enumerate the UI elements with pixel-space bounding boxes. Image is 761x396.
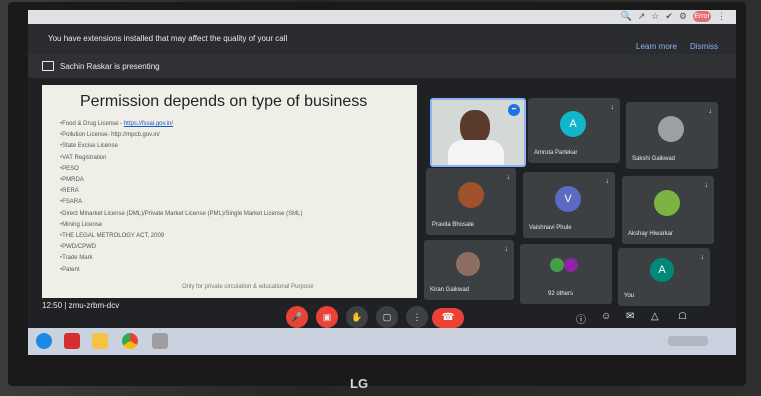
slide-bullet: PWD/CPWD bbox=[60, 242, 303, 253]
extensions-notice: You have extensions installed that may a… bbox=[28, 24, 736, 54]
participant-tile[interactable]: V ↓ Vaishnavi Phule bbox=[523, 172, 615, 238]
leave-call-button[interactable]: ☎ bbox=[432, 308, 464, 328]
slide-bullet: Pollution License- http://mpcb.gov.in/ bbox=[60, 130, 303, 141]
slide-bullet: THE LEGAL METROLOGY ACT, 2009 bbox=[60, 231, 303, 242]
screen: 🔍 ↗ ☆ ✔ ⚙ Error ⋮ You have extensions in… bbox=[28, 10, 736, 355]
mic-off-icon: ↓ bbox=[605, 178, 610, 185]
presenting-bar: Sachin Raskar is presenting Learn more D… bbox=[28, 42, 736, 78]
participant-name: Kiran Gaikwad bbox=[430, 287, 470, 293]
present-screen-icon bbox=[42, 61, 54, 71]
slide-bullet: RERA bbox=[60, 186, 303, 197]
tray-icon bbox=[668, 336, 708, 346]
participant-name: You bbox=[624, 293, 635, 299]
mic-off-icon: ↓ bbox=[708, 108, 713, 115]
avatar: V bbox=[555, 186, 581, 212]
mic-toggle-button[interactable]: 🎤 bbox=[286, 306, 308, 328]
dismiss-button[interactable]: Dismiss bbox=[690, 42, 718, 51]
pdf-reader-icon[interactable] bbox=[64, 333, 80, 349]
others-avatar-group bbox=[564, 258, 578, 272]
file-explorer-icon[interactable] bbox=[92, 333, 108, 349]
app-icon[interactable] bbox=[152, 333, 168, 349]
info-icon[interactable]: ⓘ bbox=[576, 311, 586, 326]
slide-bullet-list: Food & Drug License - https://fssai.gov.… bbox=[60, 119, 303, 276]
slide-bullet: Mining License bbox=[60, 220, 303, 231]
chat-icon[interactable]: ✉ bbox=[626, 311, 634, 322]
avatar bbox=[658, 116, 684, 142]
monitor-logo: LG bbox=[350, 376, 369, 391]
participant-tile-self[interactable]: A ↓ You bbox=[618, 248, 710, 306]
avatar bbox=[458, 182, 484, 208]
participant-tile[interactable]: ↓ Akshay Hiwarkar bbox=[622, 176, 714, 244]
participant-name: Sakshi Gaikwad bbox=[632, 156, 676, 162]
zoom-icon[interactable]: 🔍 bbox=[621, 11, 632, 22]
participant-name: Akshay Hiwarkar bbox=[628, 231, 674, 237]
participant-tile-presenter[interactable]: •• bbox=[430, 98, 526, 167]
slide-bullet: PMRDA bbox=[60, 175, 303, 186]
participant-name: Amruta Parlekar bbox=[534, 150, 578, 156]
present-button[interactable]: ▢ bbox=[376, 306, 398, 328]
meeting-info: 12:50 | zmu-zrbm-dcv bbox=[42, 301, 119, 310]
host-controls-icon[interactable]: ☖ bbox=[678, 311, 687, 322]
avatar bbox=[654, 190, 680, 216]
presenter-label: Sachin Raskar is presenting bbox=[60, 62, 160, 71]
slide-title: Permission depends on type of business bbox=[80, 93, 368, 110]
activities-icon[interactable]: △ bbox=[651, 311, 659, 322]
extensions-icon[interactable]: ⚙ bbox=[679, 11, 687, 22]
others-avatar-group bbox=[550, 258, 564, 272]
meeting-time: 12:50 bbox=[42, 301, 63, 310]
profile-button[interactable]: Error bbox=[693, 11, 711, 22]
learn-more-link[interactable]: Learn more bbox=[636, 42, 677, 51]
slide-bullet: Patent bbox=[60, 265, 303, 276]
mic-off-icon: ↓ bbox=[700, 254, 705, 261]
avatar: A bbox=[560, 111, 586, 137]
participant-tile[interactable]: ↓ Kiran Gaikwad bbox=[424, 240, 514, 300]
mic-off-icon: ↓ bbox=[610, 104, 615, 111]
slide-bullet: Trade Mark bbox=[60, 253, 303, 264]
slide-bullet: Food & Drug License - https://fssai.gov.… bbox=[60, 119, 303, 130]
mic-off-icon: ↓ bbox=[704, 182, 709, 189]
participant-tile[interactable]: A ↓ Amruta Parlekar bbox=[528, 98, 620, 163]
participant-tile[interactable]: ↓ Pravita Bhosale bbox=[426, 168, 516, 235]
avatar: A bbox=[650, 258, 674, 282]
slide-bullet: FSARA bbox=[60, 197, 303, 208]
presenter-shirt bbox=[448, 140, 504, 165]
slide-bullet: VAT Registration bbox=[60, 153, 303, 164]
participant-tile-others[interactable]: 92 others bbox=[520, 244, 612, 304]
share-icon[interactable]: ↗ bbox=[638, 11, 646, 22]
participant-name: Vaishnavi Phule bbox=[529, 225, 572, 231]
slide-bullet: Direct Minarket License (DML)/Private Ma… bbox=[60, 209, 302, 220]
slide-bullet: State Excise License bbox=[60, 141, 303, 152]
presenter-video bbox=[460, 110, 490, 144]
notice-message: You have extensions installed that may a… bbox=[48, 34, 288, 43]
meeting-code: zmu-zrbm-dcv bbox=[68, 301, 120, 310]
chrome-icon[interactable] bbox=[122, 333, 138, 349]
menu-icon[interactable]: ⋮ bbox=[717, 11, 726, 22]
star-icon[interactable]: ☆ bbox=[651, 11, 659, 22]
participant-name: Pravita Bhosale bbox=[432, 222, 475, 228]
raise-hand-button[interactable]: ✋ bbox=[346, 306, 368, 328]
mic-off-icon: ↓ bbox=[504, 246, 509, 253]
mic-off-icon: ↓ bbox=[506, 174, 511, 181]
participant-tile[interactable]: ↓ Sakshi Gaikwad bbox=[626, 102, 718, 169]
slide-bullet: PESO bbox=[60, 164, 303, 175]
speaking-indicator-icon: •• bbox=[508, 104, 520, 116]
slide-footer: Only for private circulation & education… bbox=[182, 284, 314, 290]
presentation-slide: Permission depends on type of business F… bbox=[42, 85, 417, 298]
slide-link[interactable]: https://fssai.gov.in/ bbox=[124, 121, 173, 127]
people-icon[interactable]: ☺ bbox=[601, 311, 611, 322]
taskbar bbox=[28, 328, 736, 355]
camera-toggle-button[interactable]: ▣ bbox=[316, 306, 338, 328]
avatar bbox=[456, 252, 480, 276]
participant-name: 92 others bbox=[548, 291, 574, 297]
more-options-button[interactable]: ⋮ bbox=[406, 306, 428, 328]
check-icon[interactable]: ✔ bbox=[665, 11, 673, 22]
browser-toolbar: 🔍 ↗ ☆ ✔ ⚙ Error ⋮ bbox=[28, 10, 736, 24]
start-button-icon[interactable] bbox=[36, 333, 52, 349]
